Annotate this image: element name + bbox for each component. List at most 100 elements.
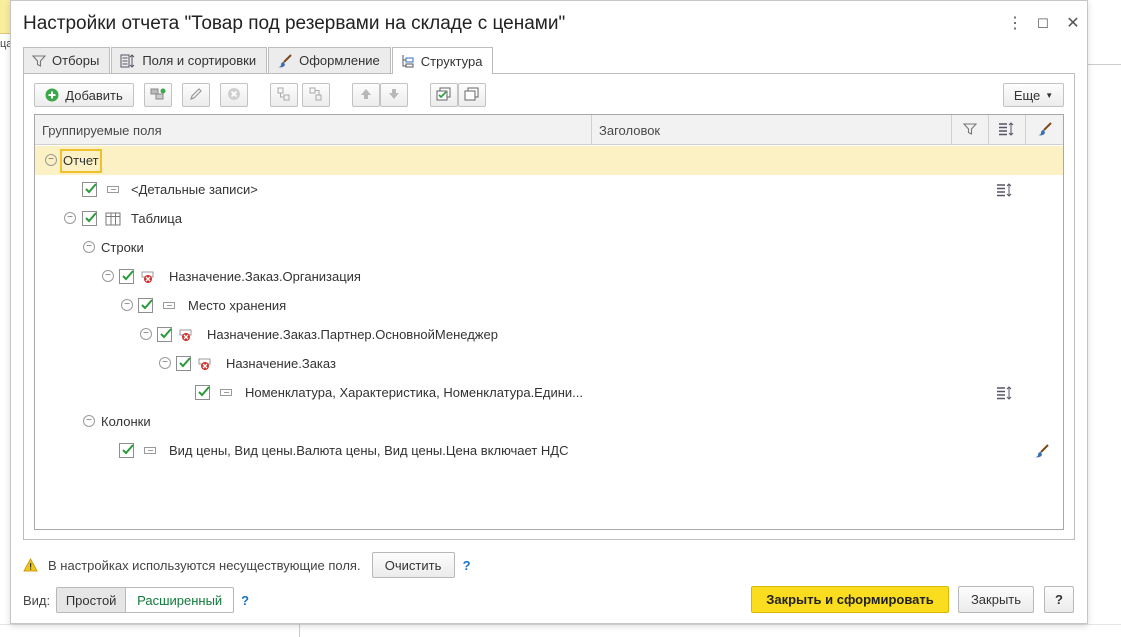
column-header[interactable]: Заголовок: [592, 115, 952, 145]
row-label: Колонки: [101, 414, 151, 429]
arrow-down-icon: [387, 87, 401, 104]
tree-row-org[interactable]: − Назначение.Заказ.Организация: [35, 262, 1063, 291]
missing-field-icon: [141, 262, 155, 291]
row-checkbox[interactable]: [119, 443, 134, 458]
brush-icon: [1037, 121, 1053, 139]
move-up-level-button[interactable]: [270, 83, 298, 107]
uncheck-all-icon: [464, 87, 480, 104]
clear-button[interactable]: Очистить: [371, 552, 455, 578]
tree-row-report[interactable]: − Отчет: [35, 146, 1063, 175]
missing-field-icon: [198, 349, 212, 378]
field-icon: [107, 186, 119, 193]
structure-grid: Группируемые поля Заголовок − Отчет <Дет…: [34, 114, 1064, 530]
close-button[interactable]: Закрыть: [958, 586, 1034, 613]
row-checkbox[interactable]: [195, 385, 210, 400]
row-label: Отчет: [60, 148, 102, 173]
background-text: ца: [0, 38, 10, 50]
tree-row-order[interactable]: − Назначение.Заказ: [35, 349, 1063, 378]
structure-panel: Добавить Еще ▼ Группируемые поля Заголов…: [23, 73, 1075, 540]
maximize-icon[interactable]: ☐: [1033, 13, 1053, 35]
tab-label: Оформление: [299, 53, 380, 68]
background-divider-vertical: [299, 624, 300, 637]
tab-label: Поля и сортировки: [142, 53, 257, 68]
more-button[interactable]: Еще ▼: [1003, 83, 1064, 107]
tree-row-detail-records[interactable]: <Детальные записи>: [35, 175, 1063, 204]
move-down-level-button[interactable]: [302, 83, 330, 107]
tree-row-nomenclature[interactable]: Номенклатура, Характеристика, Номенклату…: [35, 378, 1063, 407]
background-divider: [1088, 64, 1121, 65]
filter-icon: [962, 122, 978, 139]
dialog-title: Настройки отчета "Товар под резервами на…: [23, 13, 566, 34]
field-icon: [163, 302, 175, 309]
collapse-icon[interactable]: −: [102, 270, 114, 282]
tab-structure[interactable]: Структура: [391, 47, 494, 74]
delete-button[interactable]: [220, 83, 248, 107]
level-up-icon: [277, 87, 291, 104]
row-checkbox[interactable]: [176, 356, 191, 371]
fields-sort-icon[interactable]: [996, 378, 1014, 407]
collapse-icon[interactable]: −: [140, 328, 152, 340]
help-button[interactable]: ?: [1044, 586, 1074, 613]
view-switcher: Вид: Простой Расширенный ?: [23, 587, 249, 613]
fields-sort-icon: [998, 121, 1016, 139]
fields-sort-icon[interactable]: [996, 175, 1014, 204]
view-simple-button[interactable]: Простой: [56, 587, 127, 613]
collapse-icon[interactable]: −: [83, 241, 95, 253]
row-checkbox[interactable]: [157, 327, 172, 342]
brush-icon[interactable]: [1034, 436, 1050, 465]
tree-row-storage[interactable]: − Место хранения: [35, 291, 1063, 320]
tab-bar: Отборы Поля и сортировки Оформление Стру…: [23, 47, 494, 74]
warning-text: В настройках используются несуществующие…: [48, 557, 361, 573]
tab-filters[interactable]: Отборы: [23, 47, 111, 73]
edit-button[interactable]: [182, 83, 210, 107]
close-icon[interactable]: ✕: [1063, 13, 1083, 35]
tab-fields-sorting[interactable]: Поля и сортировки: [111, 47, 268, 73]
collapse-icon[interactable]: −: [159, 357, 171, 369]
row-label: Таблица: [131, 211, 182, 226]
group-button[interactable]: [144, 83, 172, 107]
column-filters[interactable]: [952, 115, 989, 145]
field-icon: [144, 447, 156, 454]
table-icon: [105, 204, 121, 233]
tab-appearance[interactable]: Оформление: [268, 47, 391, 73]
row-checkbox[interactable]: [82, 182, 97, 197]
row-label: Номенклатура, Характеристика, Номенклату…: [245, 385, 583, 400]
fields-sort-icon: [120, 53, 136, 68]
arrow-up-icon: [359, 87, 373, 104]
column-fields-sort[interactable]: [989, 115, 1026, 145]
tree-row-price-type[interactable]: Вид цены, Вид цены.Валюта цены, Вид цены…: [35, 436, 1063, 465]
tree-row-rows[interactable]: − Строки: [35, 233, 1063, 262]
structure-toolbar: Добавить Еще ▼: [34, 83, 1066, 107]
add-button[interactable]: Добавить: [34, 83, 134, 107]
chevron-down-icon: ▼: [1045, 90, 1054, 100]
tree-row-table[interactable]: − Таблица: [35, 204, 1063, 233]
view-extended-button[interactable]: Расширенный: [126, 587, 235, 613]
column-grouped-fields[interactable]: Группируемые поля: [35, 115, 592, 145]
row-checkbox[interactable]: [82, 211, 97, 226]
tree-row-columns[interactable]: − Колонки: [35, 407, 1063, 436]
move-up-button[interactable]: [352, 83, 380, 107]
check-all-button[interactable]: [430, 83, 458, 107]
check-all-icon: [436, 87, 452, 104]
collapse-icon[interactable]: −: [83, 415, 95, 427]
tab-label: Структура: [420, 53, 483, 69]
help-icon[interactable]: ?: [463, 558, 471, 573]
background-window-strip: [0, 0, 10, 34]
row-checkbox[interactable]: [119, 269, 134, 284]
move-down-button[interactable]: [380, 83, 408, 107]
close-and-generate-button[interactable]: Закрыть и сформировать: [751, 586, 949, 613]
more-menu-icon[interactable]: ⋮: [1005, 13, 1025, 35]
row-label: Место хранения: [188, 298, 287, 313]
add-icon: [45, 88, 59, 102]
uncheck-all-button[interactable]: [458, 83, 486, 107]
collapse-icon[interactable]: −: [121, 299, 133, 311]
column-appearance[interactable]: [1026, 115, 1063, 145]
grid-header: Группируемые поля Заголовок: [35, 115, 1063, 145]
warning-bar: В настройках используются несуществующие…: [23, 552, 471, 578]
tree-row-manager[interactable]: − Назначение.Заказ.Партнер.ОсновнойМенед…: [35, 320, 1063, 349]
row-label: Назначение.Заказ.Партнер.ОсновнойМенедже…: [207, 327, 498, 342]
row-checkbox[interactable]: [138, 298, 153, 313]
help-icon[interactable]: ?: [241, 593, 249, 608]
collapse-icon[interactable]: −: [45, 154, 57, 166]
collapse-icon[interactable]: −: [64, 212, 76, 224]
